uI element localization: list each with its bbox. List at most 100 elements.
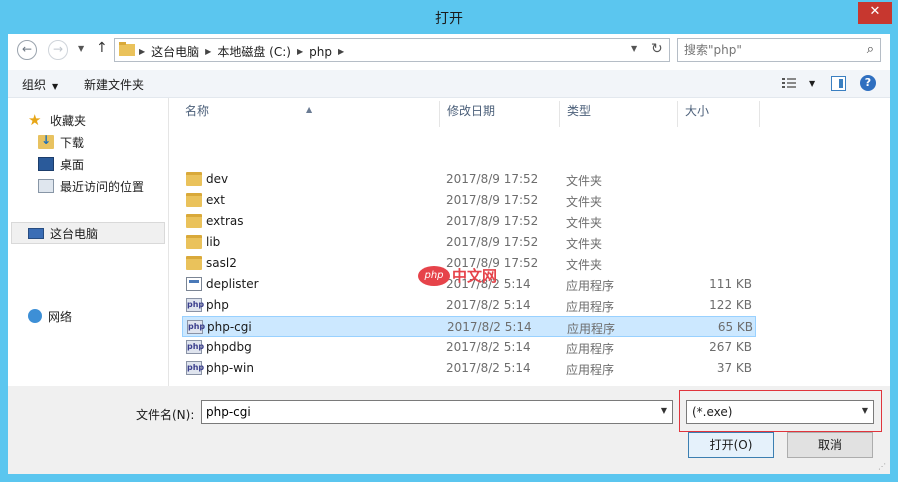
chevron-down-icon[interactable]: ▼	[661, 406, 667, 415]
column-header-size[interactable]: 大小	[678, 101, 760, 127]
nav-network-label: 网络	[48, 309, 73, 324]
file-type: 文件夹	[566, 174, 603, 188]
php-file-icon: php	[186, 361, 204, 375]
open-button[interactable]: 打开(O)	[688, 432, 774, 458]
new-folder-button[interactable]: 新建文件夹	[84, 76, 144, 93]
network-icon	[28, 309, 42, 323]
file-type: 应用程序	[566, 279, 615, 293]
table-row[interactable]: php php-win 2017/8/2 5:14 应用程序 37 KB	[182, 358, 756, 379]
nav-downloads[interactable]: 下载	[38, 131, 84, 153]
file-name: dev	[206, 172, 229, 186]
view-list-icon[interactable]	[782, 77, 796, 90]
forward-button[interactable]: →	[48, 40, 68, 60]
file-name: php-cgi	[207, 320, 252, 334]
table-row[interactable]: php phpdbg 2017/8/2 5:14 应用程序 267 KB	[182, 337, 756, 358]
computer-icon	[28, 227, 44, 239]
file-date: 2017/8/2 5:14	[446, 361, 531, 375]
file-date: 2017/8/9 17:52	[446, 172, 539, 186]
refresh-icon[interactable]: ↻	[651, 41, 663, 57]
breadcrumb-this-pc[interactable]: 这台电脑	[151, 43, 199, 60]
table-row[interactable]: ext 2017/8/9 17:52 文件夹	[182, 190, 756, 211]
column-header-date[interactable]: 修改日期	[440, 101, 560, 127]
pane-splitter[interactable]	[168, 98, 169, 386]
folder-icon	[186, 193, 202, 207]
close-button[interactable]: ✕	[858, 2, 892, 24]
search-icon[interactable]: ⌕	[867, 42, 874, 57]
desktop-icon	[38, 157, 54, 171]
table-row[interactable]: extras 2017/8/9 17:52 文件夹	[182, 211, 756, 232]
table-row[interactable]: lib 2017/8/9 17:52 文件夹	[182, 232, 756, 253]
chevron-right-icon[interactable]: ▶	[338, 47, 344, 56]
php-file-icon: php	[186, 340, 204, 354]
dialog-client: ← → ▼ ↑ ▶ 这台电脑 ▶ 本地磁盘 (C:) ▶ php ▶ ▼ ↻ ⌕	[8, 34, 890, 474]
recent-places-icon	[38, 179, 54, 193]
organize-label: 组织	[22, 78, 47, 92]
nav-network[interactable]: 网络	[28, 305, 72, 327]
nav-desktop[interactable]: 桌面	[38, 153, 84, 175]
cancel-button[interactable]: 取消	[787, 432, 873, 458]
folder-icon	[119, 42, 135, 56]
chevron-right-icon[interactable]: ▶	[139, 47, 145, 56]
chevron-down-icon[interactable]: ▼	[862, 406, 868, 415]
resize-grip-icon[interactable]: ⋰	[878, 462, 888, 472]
nav-downloads-label: 下载	[60, 135, 85, 150]
file-type: 应用程序	[566, 300, 615, 314]
back-button[interactable]: ←	[17, 40, 37, 60]
navigation-pane: ★ 收藏夹 下载 桌面 最近访问的位置 这台电脑 网络	[8, 98, 168, 386]
file-type: 应用程序	[566, 342, 615, 356]
php-file-icon: php	[186, 298, 204, 312]
file-type-filter[interactable]: (*.exe) ▼	[686, 400, 874, 424]
table-row[interactable]: php php 2017/8/2 5:14 应用程序 122 KB	[182, 295, 756, 316]
file-name: extras	[206, 214, 244, 228]
nav-recent-label: 最近访问的位置	[60, 179, 145, 194]
file-date: 2017/8/9 17:52	[446, 235, 539, 249]
file-name: phpdbg	[206, 340, 252, 354]
watermark-text: 中文网	[452, 267, 498, 285]
column-header-type[interactable]: 类型	[560, 101, 678, 127]
view-dropdown-icon[interactable]: ▼	[809, 79, 815, 88]
file-type: 文件夹	[566, 216, 603, 230]
search-input[interactable]	[684, 42, 854, 58]
search-box[interactable]: ⌕	[677, 38, 881, 62]
file-name: sasl2	[206, 256, 237, 270]
chevron-down-icon: ▼	[52, 82, 59, 91]
history-dropdown-icon[interactable]: ▼	[78, 44, 84, 53]
filename-input[interactable]	[206, 404, 646, 420]
file-date: 2017/8/2 5:14	[447, 320, 532, 334]
watermark: php 中文网	[418, 265, 497, 286]
chevron-right-icon[interactable]: ▶	[205, 47, 211, 56]
help-icon[interactable]: ?	[860, 75, 876, 91]
column-header-name[interactable]: ▲ 名称	[178, 101, 440, 127]
file-name: php-win	[206, 361, 254, 375]
table-row[interactable]: dev 2017/8/9 17:52 文件夹	[182, 169, 756, 190]
filename-label: 文件名(N):	[136, 408, 195, 422]
watermark-badge: php	[418, 265, 450, 286]
table-row[interactable]: php php-cgi 2017/8/2 5:14 应用程序 65 KB	[182, 316, 756, 337]
chevron-right-icon[interactable]: ▶	[297, 47, 303, 56]
breadcrumb-php[interactable]: php	[309, 45, 332, 59]
title-bar[interactable]: 打开 ✕	[0, 0, 898, 34]
file-size: 122 KB	[709, 298, 752, 312]
forward-arrow-icon: →	[52, 42, 64, 56]
breadcrumb-local-disk[interactable]: 本地磁盘 (C:)	[217, 43, 291, 60]
preview-pane-icon[interactable]	[831, 76, 846, 91]
nav-favorites[interactable]: ★ 收藏夹	[28, 109, 86, 131]
filename-combobox[interactable]: ▼	[201, 400, 673, 424]
file-name: lib	[206, 235, 221, 249]
nav-recent[interactable]: 最近访问的位置	[38, 175, 144, 197]
organize-button[interactable]: 组织 ▼	[22, 76, 58, 93]
chevron-down-icon[interactable]: ▼	[631, 44, 637, 53]
file-name: deplister	[206, 277, 259, 291]
file-size: 267 KB	[709, 340, 752, 354]
nav-this-pc[interactable]: 这台电脑	[11, 222, 165, 244]
address-bar[interactable]: ▶ 这台电脑 ▶ 本地磁盘 (C:) ▶ php ▶ ▼ ↻	[114, 38, 670, 62]
folder-icon	[186, 256, 202, 270]
php-file-icon: php	[187, 320, 205, 334]
file-list: ▲ 名称 修改日期 类型 大小 dev 2017/8/9 17:52 文件夹 ext 2…	[178, 98, 890, 386]
file-size: 37 KB	[716, 361, 752, 375]
application-icon	[186, 277, 202, 291]
file-date: 2017/8/2 5:14	[446, 340, 531, 354]
up-folder-icon[interactable]: ↑	[96, 40, 108, 56]
file-date: 2017/8/9 17:52	[446, 193, 539, 207]
file-date: 2017/8/2 5:14	[446, 298, 531, 312]
